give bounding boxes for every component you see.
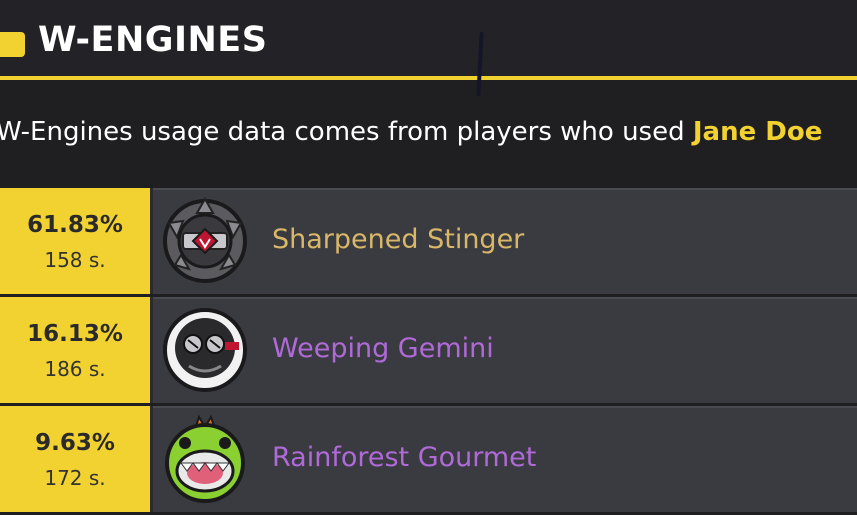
usage-percent: 61.83% <box>27 212 123 238</box>
usage-stat: 16.13% 186 s. <box>0 297 150 403</box>
section-header: W-ENGINES <box>0 0 857 80</box>
engine-name[interactable]: Sharpened Stinger <box>272 224 524 255</box>
sample-count: 186 s. <box>44 357 106 381</box>
intro-sentence: W-Engines usage data comes from players … <box>0 117 693 147</box>
sample-count: 158 s. <box>44 248 106 272</box>
usage-stat: 9.63% 172 s. <box>0 406 150 512</box>
engine-card[interactable]: Rainforest Gourmet <box>153 406 857 512</box>
engine-row[interactable]: 16.13% 186 s. Weeping Gemini <box>0 297 857 403</box>
engine-row[interactable]: 9.63% 172 s. Rainforest Gourmet <box>0 406 857 512</box>
engine-card[interactable]: Weeping Gemini <box>153 297 857 403</box>
usage-percent: 16.13% <box>27 321 123 347</box>
engine-list: 61.83% 158 s. Sharpened Stinger 16.13% 1… <box>0 188 857 515</box>
engine-name[interactable]: Weeping Gemini <box>272 333 494 364</box>
weeping-gemini-icon <box>163 308 247 392</box>
engine-name[interactable]: Rainforest Gourmet <box>272 442 536 473</box>
sample-count: 172 s. <box>44 466 106 490</box>
intro-text: W-Engines usage data comes from players … <box>0 117 857 147</box>
engine-card[interactable]: Sharpened Stinger <box>153 188 857 294</box>
engine-row[interactable]: 61.83% 158 s. Sharpened Stinger <box>0 188 857 294</box>
character-name[interactable]: Jane Doe <box>693 117 823 147</box>
usage-percent: 9.63% <box>35 430 115 456</box>
header-divider <box>0 76 857 80</box>
section-title: W-ENGINES <box>38 20 268 60</box>
sharpened-stinger-icon <box>163 196 247 283</box>
rainforest-gourmet-icon <box>165 414 245 503</box>
usage-stat: 61.83% 158 s. <box>0 188 150 294</box>
header-accent-square <box>0 32 25 57</box>
